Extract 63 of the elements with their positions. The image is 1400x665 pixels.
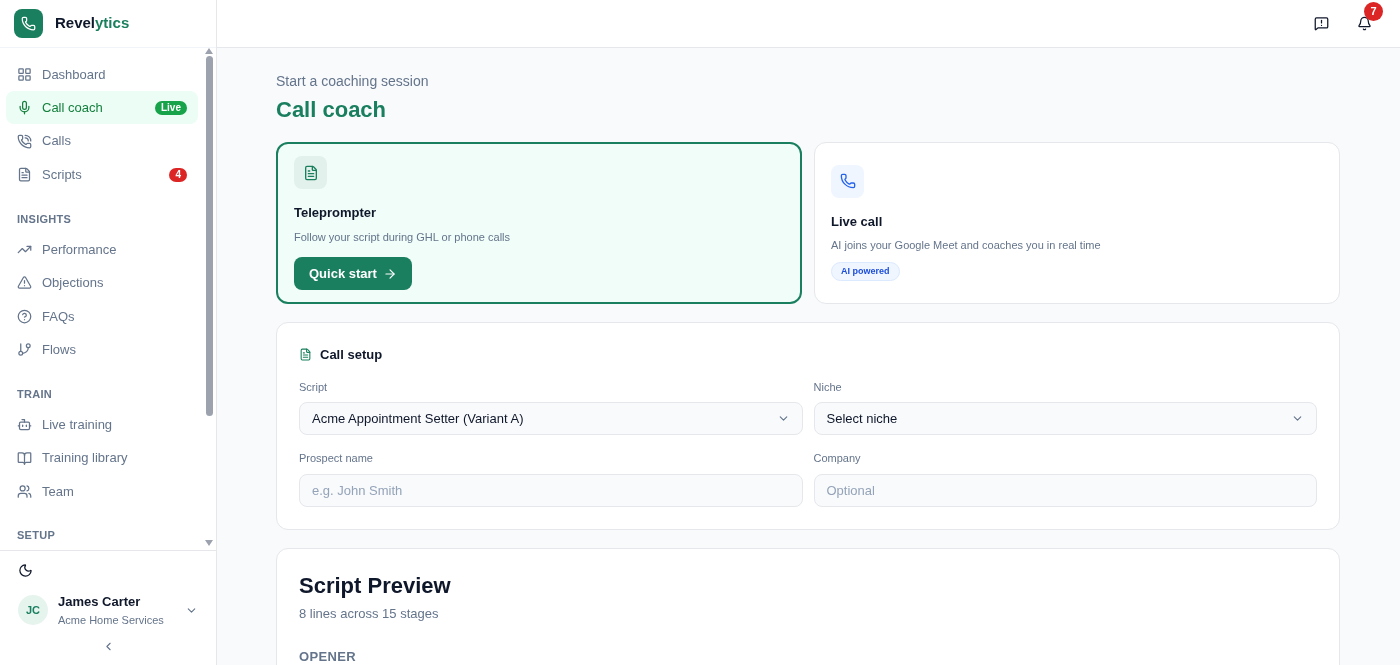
nav-item[interactable]: Scripts 4 bbox=[6, 158, 198, 191]
book-icon bbox=[17, 450, 32, 466]
field-label: Script bbox=[299, 379, 329, 395]
nav-badge: 4 bbox=[169, 167, 187, 182]
phone-icon bbox=[839, 173, 856, 190]
card-title: Call setup bbox=[320, 346, 383, 364]
dark-mode-icon[interactable] bbox=[18, 563, 33, 578]
mode-title: Teleprompter bbox=[294, 204, 378, 222]
notifications-icon[interactable] bbox=[1357, 16, 1372, 31]
quick-start-button[interactable]: Quick start bbox=[294, 257, 412, 290]
document-icon bbox=[299, 348, 312, 362]
document-icon bbox=[17, 167, 32, 183]
preview-subtitle: 8 lines across 15 stages bbox=[299, 604, 440, 623]
field-label: Company bbox=[813, 451, 862, 466]
logo-icon bbox=[14, 9, 43, 38]
scroll-down-icon[interactable] bbox=[205, 540, 213, 546]
page-eyebrow: Start a coaching session bbox=[276, 72, 430, 91]
nav-item[interactable]: Objections bbox=[6, 266, 198, 300]
users-icon bbox=[17, 483, 32, 499]
mode-card[interactable]: Live call AI joins your Google Meet and coaches you in real time AI powered bbox=[814, 142, 1340, 304]
scroll-up-icon[interactable] bbox=[205, 48, 213, 54]
nav-item[interactable]: Training library bbox=[6, 441, 198, 475]
grid-icon bbox=[17, 66, 32, 82]
preview-title: Script Preview bbox=[299, 571, 452, 600]
field-label: Niche bbox=[813, 379, 843, 395]
nav-item[interactable]: Dashboard bbox=[6, 58, 198, 91]
user-org: Acme Home Services bbox=[58, 612, 165, 628]
mode-description: AI joins your Google Meet and coaches you in real time bbox=[831, 238, 1102, 254]
user-avatar: JC bbox=[18, 595, 48, 625]
nav-item[interactable]: Performance bbox=[6, 233, 198, 266]
mode-description: Follow your script during GHL or phone calls bbox=[294, 229, 512, 245]
nav-item[interactable]: FAQs bbox=[6, 299, 198, 333]
user-name: James Carter bbox=[58, 593, 142, 611]
phone-icon bbox=[17, 133, 32, 149]
document-icon bbox=[302, 164, 319, 181]
warning-icon bbox=[17, 275, 32, 291]
robot-icon bbox=[17, 417, 32, 433]
field-label: Prospect name bbox=[299, 451, 374, 466]
nav-badge: Live bbox=[155, 100, 187, 115]
nav-section-heading: SETUP bbox=[16, 528, 57, 544]
select-field[interactable]: Select niche bbox=[813, 402, 1317, 435]
ai-powered-tag: AI powered bbox=[831, 261, 900, 282]
nav-section-heading: TRAIN bbox=[16, 386, 53, 402]
microphone-icon bbox=[17, 100, 32, 116]
select-field[interactable]: Acme Appointment Setter (Variant A) bbox=[299, 402, 803, 435]
brand-name: Revelytics bbox=[55, 13, 130, 34]
nav-item[interactable]: Flows bbox=[6, 333, 198, 367]
nav-item[interactable]: Team bbox=[6, 475, 198, 508]
nav-item[interactable]: Call coach Live bbox=[6, 91, 198, 125]
mode-card[interactable]: Teleprompter Follow your script during GHL or phone calls Quick start bbox=[276, 142, 802, 304]
arrow-right-icon bbox=[382, 266, 397, 281]
nav-section-heading: INSIGHTS bbox=[16, 211, 73, 227]
nav-item[interactable]: Live training bbox=[6, 408, 198, 441]
help-icon bbox=[17, 308, 32, 324]
mode-title: Live call bbox=[831, 212, 884, 231]
page-title: Call coach bbox=[276, 96, 388, 124]
input-field[interactable]: Optional bbox=[813, 473, 1317, 507]
input-field[interactable]: e.g. John Smith bbox=[299, 473, 803, 507]
stage-heading: OPENER bbox=[299, 648, 357, 665]
nav-item[interactable]: Calls bbox=[6, 124, 198, 158]
feedback-icon[interactable] bbox=[1314, 16, 1329, 31]
notification-count: 7 bbox=[1364, 2, 1383, 21]
branch-icon bbox=[17, 342, 32, 358]
